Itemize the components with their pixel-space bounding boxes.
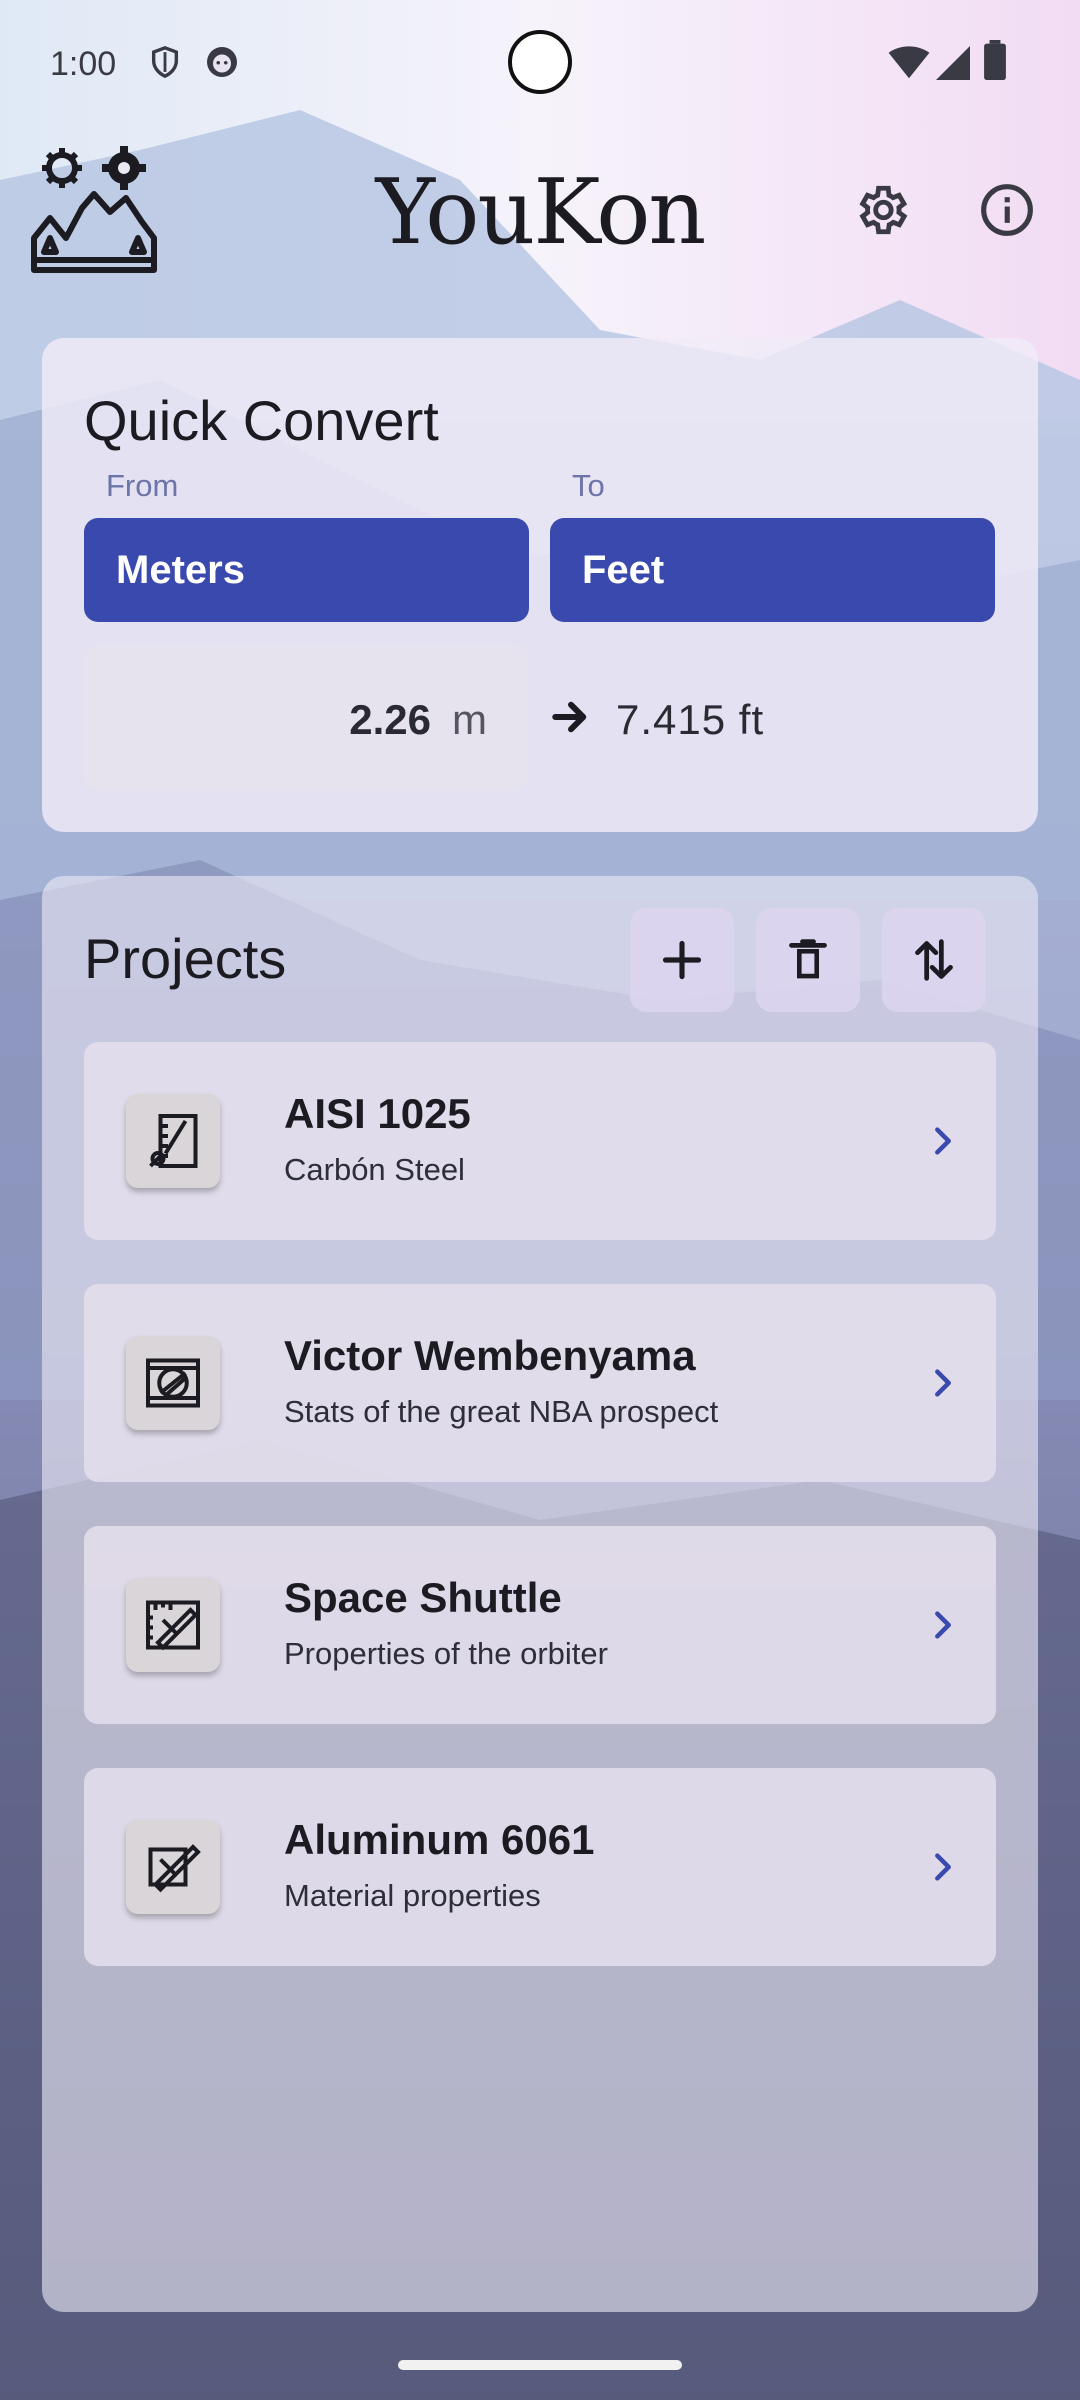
from-unit-select[interactable]: Meters <box>84 518 529 622</box>
project-subtitle: Properties of the orbiter <box>284 1636 608 1671</box>
project-subtitle: Carbón Steel <box>284 1152 465 1187</box>
status-bar: 1:00 <box>0 0 1080 130</box>
projects-card: Projects AISI 1025 Carbón Steel Victor W… <box>42 876 1038 2312</box>
chevron-right-icon <box>926 1124 960 1163</box>
signal-icon <box>936 46 970 85</box>
info-button[interactable] <box>972 175 1042 245</box>
project-item[interactable]: Space Shuttle Properties of the orbiter <box>84 1526 996 1724</box>
quick-convert-card: Quick Convert From To Meters Feet 2.26 m… <box>42 338 1038 832</box>
from-label: From <box>106 468 179 503</box>
chevron-right-icon <box>926 1366 960 1405</box>
sort-projects-button[interactable] <box>882 908 986 1012</box>
blueprint-circle-icon <box>126 1336 220 1430</box>
add-project-button[interactable] <box>630 908 734 1012</box>
project-title: Victor Wembenyama <box>284 1332 696 1379</box>
add-icon <box>662 940 702 980</box>
gesture-nav-handle[interactable] <box>398 2360 682 2370</box>
ruler-compass-icon <box>126 1094 220 1188</box>
to-label: To <box>572 468 605 503</box>
project-title: Space Shuttle <box>284 1574 562 1621</box>
projects-title: Projects <box>84 927 287 990</box>
input-value: 2.26 <box>349 696 431 743</box>
quick-convert-title: Quick Convert <box>84 389 439 452</box>
wifi-icon <box>888 46 930 85</box>
project-subtitle: Material properties <box>284 1878 541 1913</box>
project-title: Aluminum 6061 <box>284 1816 595 1863</box>
settings-button[interactable] <box>846 175 916 245</box>
conversion-result: 7.415 ft <box>616 696 765 743</box>
gear-icon <box>859 185 908 235</box>
chevron-right-icon <box>926 1608 960 1647</box>
pencil-draw-icon <box>126 1820 220 1914</box>
project-item[interactable]: Victor Wembenyama Stats of the great NBA… <box>84 1284 996 1482</box>
delete-icon <box>789 939 827 979</box>
face-icon <box>204 44 240 85</box>
project-subtitle: Stats of the great NBA prospect <box>284 1394 719 1429</box>
app-title: YouKon <box>375 160 707 265</box>
battery-icon <box>984 40 1006 85</box>
shield-icon <box>148 44 182 85</box>
info-icon <box>981 184 1033 236</box>
project-item[interactable]: AISI 1025 Carbón Steel <box>84 1042 996 1240</box>
arrow-right-icon <box>550 696 592 743</box>
front-camera <box>508 30 572 94</box>
project-item[interactable]: Aluminum 6061 Material properties <box>84 1768 996 1966</box>
project-title: AISI 1025 <box>284 1090 471 1137</box>
chevron-right-icon <box>926 1850 960 1889</box>
to-unit-select[interactable]: Feet <box>550 518 995 622</box>
sort-icon <box>915 939 953 981</box>
value-input[interactable]: 2.26 m <box>84 644 529 790</box>
blueprint-pencil-icon <box>126 1578 220 1672</box>
delete-project-button[interactable] <box>756 908 860 1012</box>
status-time: 1:00 <box>50 45 117 83</box>
input-unit: m <box>452 696 487 743</box>
